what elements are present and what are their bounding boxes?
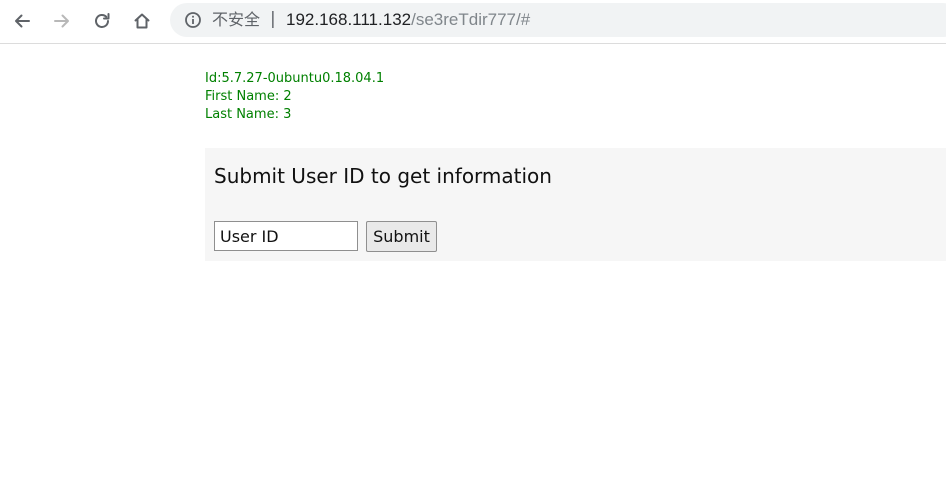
home-button[interactable] [128, 7, 156, 35]
security-status-label: 不安全 [212, 10, 261, 29]
user-id-form-panel: Submit User ID to get information Submit [205, 148, 946, 261]
form-heading: Submit User ID to get information [214, 164, 552, 188]
url-host: 192.168.111.132 [286, 10, 412, 29]
address-separator: | [270, 9, 276, 29]
result-id-line: Id:5.7.27-0ubuntu0.18.04.1 [205, 71, 385, 86]
forward-button[interactable] [48, 7, 76, 35]
browser-toolbar: 不安全 | 192.168.111.132/se3reTdir777/# [0, 0, 946, 44]
address-bar[interactable]: 不安全 | 192.168.111.132/se3reTdir777/# [170, 3, 946, 37]
result-first-name-line: First Name: 2 [205, 89, 292, 104]
url-path: /se3reTdir777/# [411, 10, 531, 29]
back-arrow-icon [15, 14, 30, 28]
reload-icon [95, 13, 110, 28]
home-icon [134, 13, 150, 29]
info-icon[interactable] [184, 11, 202, 29]
result-last-name-line: Last Name: 3 [205, 107, 292, 122]
reload-button[interactable] [88, 7, 116, 35]
user-id-input[interactable] [214, 221, 358, 251]
forward-arrow-icon [54, 14, 69, 28]
submit-button[interactable]: Submit [366, 221, 437, 252]
url-text[interactable]: 192.168.111.132/se3reTdir777/# [286, 10, 530, 30]
back-button[interactable] [8, 7, 36, 35]
query-result: Id:5.7.27-0ubuntu0.18.04.1 First Name: 2… [205, 70, 384, 124]
